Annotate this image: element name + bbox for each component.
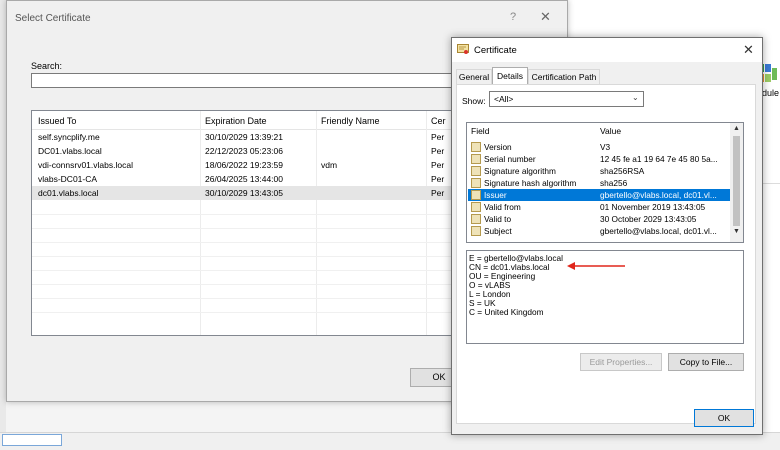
field-detail-text[interactable]: E = gbertello@vlabs.local CN = dc01.vlab… xyxy=(466,250,744,344)
certificate-cell: Per xyxy=(431,146,445,156)
column-friendly-name[interactable]: Friendly Name xyxy=(321,116,380,126)
title-bar: Certificate ✕ xyxy=(452,38,762,62)
field-name: Subject xyxy=(484,226,512,236)
scrollbar-thumb[interactable] xyxy=(733,136,740,226)
show-dropdown-value: <All> xyxy=(494,94,514,104)
field-name: Serial number xyxy=(484,154,536,164)
field-row-signature-hash[interactable]: Signature hash algorithm sha256 xyxy=(468,177,730,189)
field-value: gbertello@vlabs.local, dc01.vl... xyxy=(600,190,717,200)
dialog-title: Certificate xyxy=(474,45,517,56)
expiration-cell: 26/04/2025 13:44:00 xyxy=(205,174,283,184)
field-name: Issuer xyxy=(484,190,507,200)
field-row-subject[interactable]: Subject gbertello@vlabs.local, dc01.vl..… xyxy=(468,225,730,237)
certificate-cell: Per xyxy=(431,160,445,170)
certificate-cell: Per xyxy=(431,174,445,184)
certificate-cell: Per xyxy=(431,188,445,198)
friendly-name-cell: vdm xyxy=(321,160,338,170)
issued-to-cell: dc01.vlabs.local xyxy=(38,188,99,198)
field-name: Valid to xyxy=(484,214,512,224)
show-dropdown[interactable]: <All> ⌄ xyxy=(489,91,644,107)
certificate-field-icon xyxy=(471,226,481,236)
field-value: 01 November 2019 13:43:05 xyxy=(600,202,706,212)
certificate-icon xyxy=(457,44,469,54)
certificate-field-icon xyxy=(471,214,481,224)
field-value: 12 45 fe a1 19 64 7e 45 80 5a... xyxy=(600,154,718,164)
edit-properties-button[interactable]: Edit Properties... xyxy=(580,353,662,371)
close-icon[interactable]: ✕ xyxy=(743,42,754,58)
column-field[interactable]: Field xyxy=(471,126,489,136)
tab-details[interactable]: Details xyxy=(492,67,528,84)
close-icon[interactable]: ✕ xyxy=(540,9,551,25)
certificate-cell: Per xyxy=(431,132,445,142)
detail-line: C = United Kingdom xyxy=(469,307,544,317)
ok-button[interactable]: OK xyxy=(694,409,754,427)
show-label: Show: xyxy=(462,96,486,106)
issued-to-cell: self.syncplify.me xyxy=(38,132,100,142)
search-label: Search: xyxy=(31,61,63,71)
field-row-serial-number[interactable]: Serial number 12 45 fe a1 19 64 7e 45 80… xyxy=(468,153,730,165)
field-row-signature-algorithm[interactable]: Signature algorithm sha256RSA xyxy=(468,165,730,177)
scroll-down-icon[interactable]: ▼ xyxy=(733,228,740,235)
dialog-title: Select Certificate xyxy=(15,13,91,24)
tab-general[interactable]: General xyxy=(456,69,492,84)
field-name: Signature algorithm xyxy=(484,166,556,176)
field-row-valid-to[interactable]: Valid to 30 October 2029 13:43:05 xyxy=(468,213,730,225)
certificate-field-icon xyxy=(471,202,481,212)
fields-list: Field Value Version V3 Serial number 12 … xyxy=(466,122,744,243)
vertical-scrollbar[interactable]: ▲ ▼ xyxy=(730,123,743,242)
chevron-down-icon: ⌄ xyxy=(632,93,639,102)
certificate-field-icon xyxy=(471,154,481,164)
expiration-cell: 30/10/2029 13:39:21 xyxy=(205,132,283,142)
field-name: Valid from xyxy=(484,202,521,212)
field-value: V3 xyxy=(600,142,611,152)
field-row-valid-from[interactable]: Valid from 01 November 2019 13:43:05 xyxy=(468,201,730,213)
certificate-field-icon xyxy=(471,190,481,200)
column-certificate[interactable]: Cer xyxy=(431,116,446,126)
expiration-cell: 22/12/2023 05:23:06 xyxy=(205,146,283,156)
field-value: gbertello@vlabs.local, dc01.vl... xyxy=(600,226,717,236)
issued-to-cell: vdi-connsrv01.vlabs.local xyxy=(38,160,133,170)
issued-to-cell: vlabs-DC01-CA xyxy=(38,174,98,184)
field-value: sha256RSA xyxy=(600,166,645,176)
field-value: sha256 xyxy=(600,178,628,188)
expiration-cell: 30/10/2029 13:43:05 xyxy=(205,188,283,198)
expiration-cell: 18/06/2022 19:23:59 xyxy=(205,160,283,170)
certificate-field-icon xyxy=(471,178,481,188)
certificate-field-icon xyxy=(471,166,481,176)
field-name: Signature hash algorithm xyxy=(484,178,577,188)
copy-to-file-button[interactable]: Copy to File... xyxy=(668,353,744,371)
column-value[interactable]: Value xyxy=(600,126,621,136)
field-row-issuer-selected[interactable]: Issuer gbertello@vlabs.local, dc01.vl... xyxy=(468,189,730,201)
annotation-arrow-icon xyxy=(567,262,625,270)
scroll-up-icon[interactable]: ▲ xyxy=(733,125,740,132)
column-issued-to[interactable]: Issued To xyxy=(38,116,76,126)
issued-to-cell: DC01.vlabs.local xyxy=(38,146,102,156)
help-button[interactable]: ? xyxy=(510,11,516,23)
field-value: 30 October 2029 13:43:05 xyxy=(600,214,697,224)
tab-certification-path[interactable]: Certification Path xyxy=(528,69,600,84)
certificate-dialog: Certificate ✕ General Details Certificat… xyxy=(451,37,763,435)
tab-strip: General Details Certification Path xyxy=(456,67,756,85)
column-expiration-date[interactable]: Expiration Date xyxy=(205,116,267,126)
background-input[interactable] xyxy=(2,434,62,446)
field-name: Version xyxy=(484,142,512,152)
certificate-field-icon xyxy=(471,142,481,152)
field-row-version[interactable]: Version V3 xyxy=(468,141,730,153)
